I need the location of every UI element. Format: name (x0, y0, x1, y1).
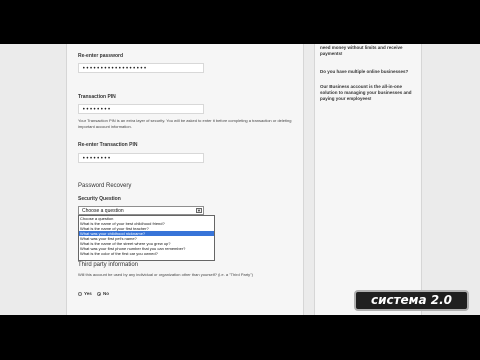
reenter-pin-label: Re-enter Transaction PIN (78, 142, 138, 148)
letterbox-bottom (0, 315, 480, 360)
reenter-password-input[interactable]: •••••••••••••••••• (78, 63, 204, 73)
sidebar-text-business: Our Business account is the all-in-one s… (320, 84, 412, 101)
transaction-pin-input[interactable]: •••••••• (78, 104, 204, 114)
yes-label: Yes (84, 291, 92, 296)
transaction-pin-note: Your Transaction PIN is an extra layer o… (78, 118, 292, 129)
reenter-password-label: Re-enter password (78, 53, 124, 59)
letterbox-top (0, 0, 480, 44)
no-radio[interactable] (97, 292, 101, 296)
security-question-select[interactable]: Choose a question ▼ (78, 206, 204, 215)
security-question-dropdown[interactable]: Choose a question What is the name of yo… (78, 215, 215, 261)
yes-radio[interactable] (78, 292, 82, 296)
no-label: No (103, 291, 109, 296)
sidebar-text-payments: need money without limits and receive pa… (320, 45, 403, 56)
third-party-heading: Third party information (78, 262, 139, 268)
transaction-pin-label: Transaction PIN (78, 94, 116, 100)
reenter-pin-input[interactable]: •••••••• (78, 153, 204, 163)
security-question-label: Security Question (78, 196, 121, 202)
channel-watermark: система 2.0 (354, 290, 469, 311)
third-party-question: Will this account be used by any individ… (78, 272, 253, 277)
security-question-selected: Choose a question (82, 208, 124, 214)
sidebar-text-question: Do you have multiple online businesses? (320, 69, 409, 74)
password-recovery-heading: Password Recovery (78, 183, 132, 189)
screen: Re-enter password •••••••••••••••••• Tra… (0, 0, 480, 360)
dropdown-option[interactable]: What is the color of the first car you o… (79, 251, 214, 256)
chevron-down-icon[interactable]: ▼ (196, 208, 202, 213)
